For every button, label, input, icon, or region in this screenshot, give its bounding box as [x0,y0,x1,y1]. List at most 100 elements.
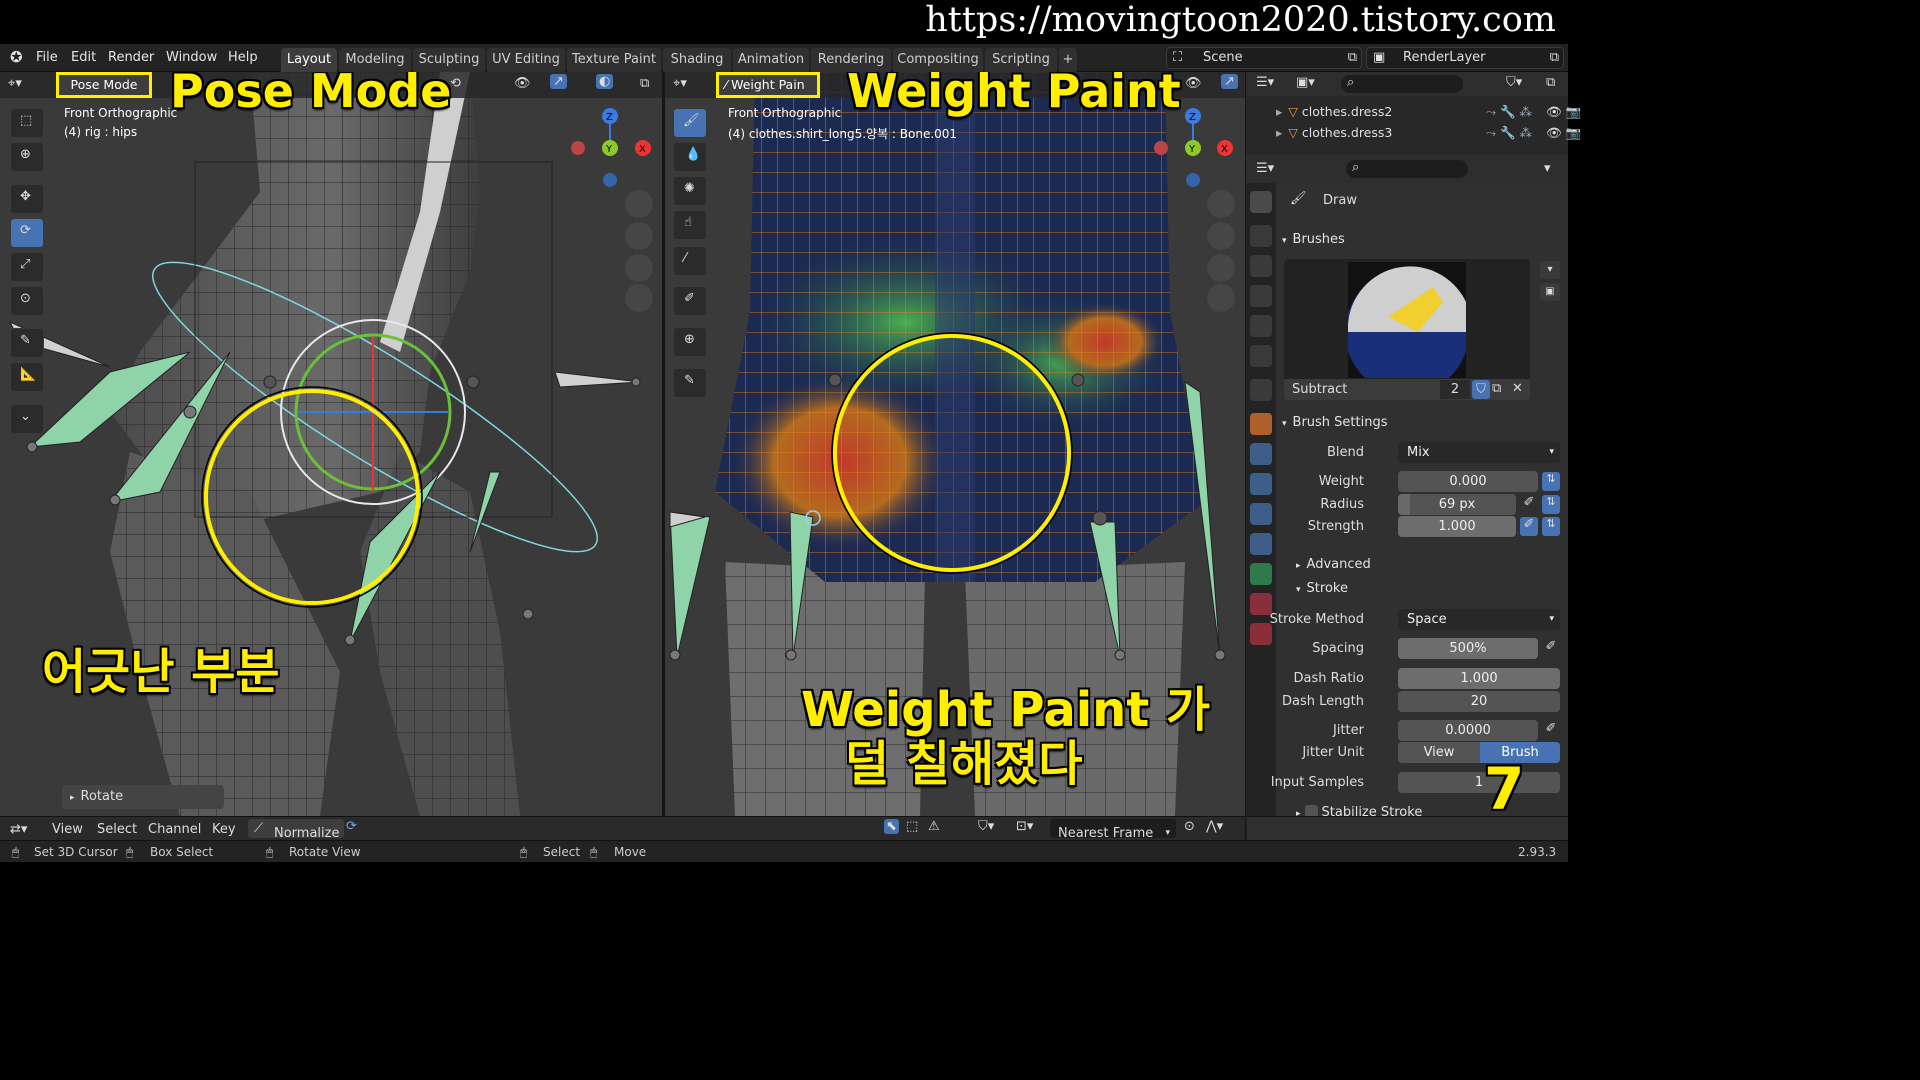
scale-tool[interactable]: ⤢ [10,252,44,282]
overlay-icon[interactable]: ◐ [596,74,614,89]
falloff-icon[interactable]: ⋀▾ [1206,819,1223,834]
modifier-tab-icon[interactable] [1250,443,1272,465]
spacing-field[interactable]: 500% [1398,638,1538,659]
grid-toggle-icon[interactable] [625,284,653,312]
grid-toggle-icon[interactable] [1207,284,1235,312]
weight-toggle-icon[interactable]: ⇅ [1542,472,1560,491]
new-view-layer-icon[interactable]: ⧉ [1550,48,1559,68]
tab-texture-paint[interactable]: Texture Paint [567,48,661,72]
visibility-icon[interactable]: 👁 [1185,76,1202,91]
xray-icon[interactable]: ⧉ [640,76,649,91]
weight-field[interactable]: 0.000 [1398,471,1538,492]
spacing-pressure-icon[interactable]: ✐ [1542,639,1560,658]
view-layer-tab-icon[interactable] [1250,285,1272,307]
blend-dropdown[interactable]: Mix ▾ [1398,442,1560,463]
refresh-icon[interactable]: ⟳ [346,819,357,834]
gizmo-icon[interactable]: ↗ [1221,74,1238,89]
properties-editor-icon[interactable]: ☰▾ [1256,161,1274,176]
rotate-tool[interactable]: ⟳ [10,218,44,248]
filter-funnel-icon[interactable]: ⛉▾ [978,819,994,834]
strength-toggle-icon[interactable]: ⇅ [1542,517,1560,536]
transform-pivot-icon[interactable]: ⟲ [450,76,461,91]
dash-ratio-field[interactable]: 1.000 [1398,668,1560,689]
brush-name-row[interactable]: Subtract 2 ⛉ ⧉ ✕ [1284,379,1530,400]
brush-browser-icon[interactable]: ▾ [1540,261,1560,279]
options-icon[interactable]: ▾ [1544,161,1551,176]
outliner-item[interactable]: ▸ ▽ clothes.dress3 ⤳ 🔧 ⁂ 👁 📷 [1276,125,1581,140]
tab-scripting[interactable]: Scripting [985,48,1057,72]
annotate-tool[interactable]: ✎ [10,328,44,358]
menu-help[interactable]: Help [228,50,258,65]
new-scene-icon[interactable]: ⧉ [1348,48,1357,68]
mode-selector[interactable]: ⁄ Weight Pain [716,72,820,98]
new-collection-icon[interactable]: ⧉ [1546,75,1555,90]
unlink-brush-icon[interactable]: ✕ [1512,381,1523,396]
strength-field[interactable]: 1.000 [1398,516,1516,537]
menu-file[interactable]: File [36,50,58,65]
brush-preview[interactable]: Subtract 2 ⛉ ⧉ ✕ [1284,259,1530,400]
tab-shading[interactable]: Shading [663,48,731,72]
editor-type-icon[interactable]: ⌖▾ [8,76,22,91]
strength-pressure-icon[interactable]: ✐ [1520,517,1538,536]
zoom-icon[interactable] [1207,190,1235,218]
advanced-subpanel[interactable]: ▸ Advanced [1296,557,1371,572]
world-tab-icon[interactable] [1250,345,1272,367]
blender-logo-icon[interactable]: ✪ [10,48,23,66]
warning-icon[interactable]: ⚠ [928,819,940,834]
fake-user-icon[interactable]: ⛉ [1472,380,1490,399]
data-tab-icon[interactable] [1250,563,1272,585]
menu-window[interactable]: Window [166,50,217,65]
timeline-key-menu[interactable]: Key [212,822,236,837]
smear-tool[interactable]: ☝ [673,210,707,240]
timeline-view-menu[interactable]: View [52,822,83,837]
render-tab-icon[interactable] [1250,225,1272,247]
view-layer-selector[interactable]: ▣ RenderLayer ⧉ [1366,47,1564,69]
cursor-tool[interactable]: ⊕ [10,142,44,172]
tab-animation[interactable]: Animation [733,48,809,72]
radius-unit-icon[interactable]: ⇅ [1542,495,1560,514]
stroke-subpanel[interactable]: ▾ Stroke [1296,581,1348,596]
constraints-tab-icon[interactable] [1250,533,1272,555]
scene-selector[interactable]: ⛶ Scene ⧉ [1166,47,1362,69]
tab-uv-editing[interactable]: UV Editing [487,48,565,72]
tab-sculpting[interactable]: Sculpting [413,48,485,72]
radius-field[interactable]: 69 px [1398,494,1516,515]
jitter-pressure-icon[interactable]: ✐ [1542,721,1560,740]
filter-icon[interactable]: ⛉▾ [1506,75,1522,90]
menu-edit[interactable]: Edit [71,50,96,65]
last-operator-panel[interactable]: ▸ Rotate [62,785,224,809]
draw-brush-tool[interactable]: 🖌 [673,108,707,138]
menu-render[interactable]: Render [108,50,154,65]
physics-tab-icon[interactable] [1250,503,1272,525]
annotate-tool[interactable]: ✎ [673,368,707,398]
jitter-unit-view[interactable]: View [1398,742,1480,763]
measure-tool[interactable]: 📐 [10,362,44,392]
outliner-item[interactable]: ▸ ▽ clothes.dress2 ⤳ 🔧 ⁂ 👁 📷 [1276,104,1581,119]
proportional-icon[interactable]: ⊙ [1184,819,1195,834]
particles-tab-icon[interactable] [1250,473,1272,495]
timeline-select-menu[interactable]: Select [97,822,137,837]
duplicate-brush-icon[interactable]: ⧉ [1492,381,1501,396]
display-mode-icon[interactable]: ▣▾ [1296,75,1315,90]
tab-rendering[interactable]: Rendering [811,48,891,72]
sample-weight-tool[interactable]: ✐ [673,286,707,316]
zoom-icon[interactable] [625,190,653,218]
outliner-editor-icon[interactable]: ☰▾ [1256,75,1274,90]
box-filter-icon[interactable]: ⬚ [906,819,918,834]
output-tab-icon[interactable] [1250,255,1272,277]
properties-search[interactable]: ⌕ [1346,160,1468,178]
editor-type-icon[interactable]: ⌖▾ [673,76,687,91]
timeline-channel-menu[interactable]: Channel [148,822,201,837]
blur-tool[interactable]: 💧 [673,142,707,172]
move-tool[interactable]: ✥ [10,184,44,214]
tool-tab-icon[interactable] [1250,191,1272,213]
outliner-search[interactable]: ⌕ [1341,75,1463,93]
dash-length-field[interactable]: 20 [1398,691,1560,712]
scene-tab-icon[interactable] [1250,315,1272,337]
stroke-method-dropdown[interactable]: Space ▾ [1398,609,1560,630]
add-workspace-icon[interactable]: + [1059,48,1077,72]
brushes-panel-header[interactable]: ▾ Brushes [1282,232,1345,247]
object-tab-icon[interactable] [1250,413,1272,435]
camera-icon[interactable] [1207,254,1235,282]
camera-icon[interactable] [625,254,653,282]
